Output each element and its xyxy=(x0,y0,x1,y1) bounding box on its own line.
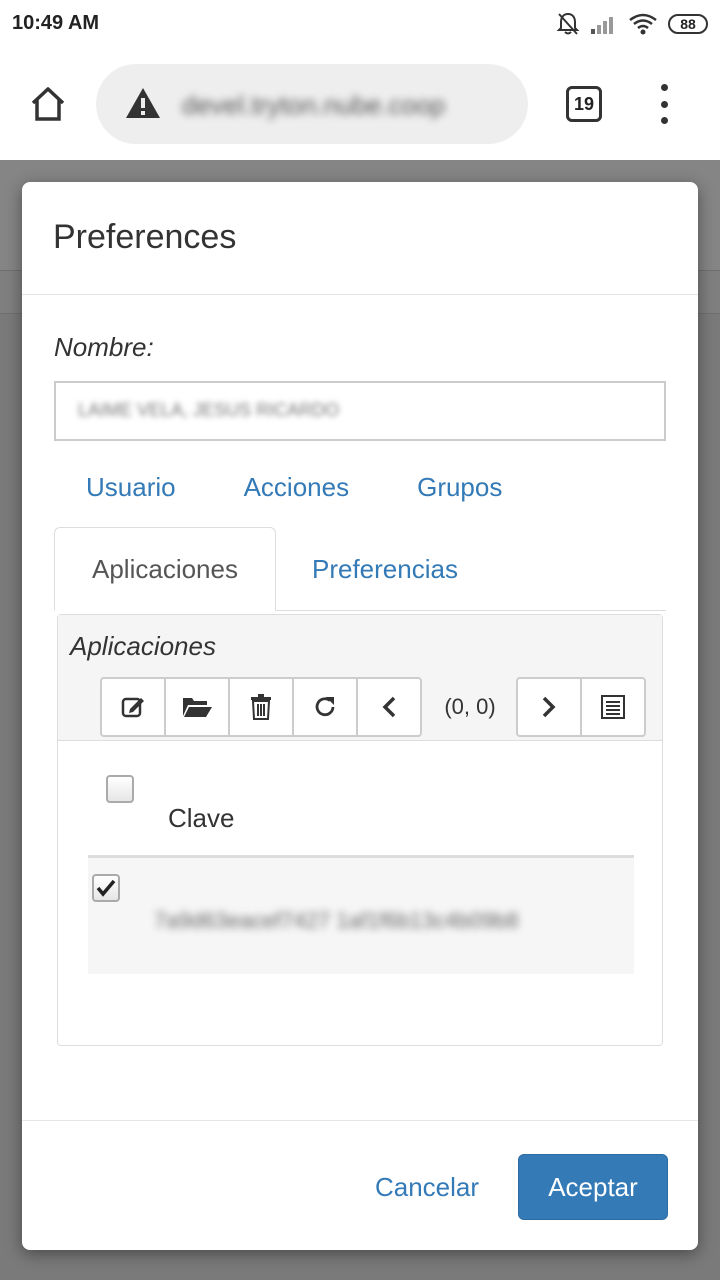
url-bar[interactable]: devel.tryton.nube.coop xyxy=(96,64,528,144)
panel-title: Aplicaciones xyxy=(70,631,216,661)
bell-muted-icon xyxy=(556,12,580,35)
menu-dot-icon xyxy=(660,100,668,108)
record-toolbar: (0, 0) xyxy=(100,677,646,737)
tab-acciones[interactable]: Acciones xyxy=(244,472,350,503)
tab-grupos[interactable]: Grupos xyxy=(417,472,502,503)
new-record-button[interactable] xyxy=(100,677,166,737)
tab-preferencias[interactable]: Preferencias xyxy=(312,527,458,611)
tab-usuario[interactable]: Usuario xyxy=(86,472,176,503)
section-tabs: Usuario Acciones Grupos xyxy=(86,472,570,503)
panel-header: Aplicaciones (0, 0) xyxy=(58,615,662,741)
status-bar: 10:49 AM 88 xyxy=(0,0,720,48)
accept-button[interactable]: Aceptar xyxy=(518,1154,668,1220)
signal-icon xyxy=(591,17,613,34)
menu-dot-icon xyxy=(660,117,668,124)
cancel-button[interactable]: Cancelar xyxy=(352,1154,502,1220)
edit-icon xyxy=(121,697,144,718)
aplicaciones-panel: Aplicaciones (0, 0) Clave 7a9d63eacef742… xyxy=(57,614,663,1046)
row-clave-value: 7a9d63eacef7427 1af1f6b13c4b09b8 xyxy=(154,908,519,933)
chevron-right-icon xyxy=(542,696,556,718)
status-icons: 88 xyxy=(556,10,708,38)
preferences-dialog: Preferences Nombre: LAIME VELA, JESUS RI… xyxy=(22,182,698,1250)
list-view-icon xyxy=(601,695,625,719)
name-label: Nombre: xyxy=(54,332,154,362)
select-all-checkbox[interactable] xyxy=(106,775,134,803)
trash-icon xyxy=(251,694,271,720)
folder-open-icon xyxy=(183,698,212,717)
name-field-value: LAIME VELA, JESUS RICARDO xyxy=(78,400,340,420)
switch-view-button[interactable] xyxy=(580,677,646,737)
column-header-clave: Clave xyxy=(168,803,235,833)
battery-indicator: 88 xyxy=(668,14,708,34)
tab-aplicaciones[interactable]: Aplicaciones xyxy=(54,527,276,611)
record-counter: (0, 0) xyxy=(444,694,496,719)
warning-icon xyxy=(126,88,160,118)
home-button[interactable] xyxy=(24,80,72,128)
dialog-divider xyxy=(22,294,698,295)
checkmark-icon xyxy=(96,879,116,897)
status-time: 10:49 AM xyxy=(12,12,100,34)
refresh-icon xyxy=(315,697,335,717)
browser-toolbar: devel.tryton.nube.coop 19 xyxy=(0,48,720,160)
delete-record-button[interactable] xyxy=(228,677,294,737)
sub-tabs: Aplicaciones Preferencias xyxy=(54,527,666,611)
table-row[interactable]: 7a9d63eacef7427 1af1f6b13c4b09b8 xyxy=(88,858,634,974)
chevron-left-icon xyxy=(382,696,396,718)
home-icon xyxy=(31,87,65,121)
reload-button[interactable] xyxy=(292,677,358,737)
open-record-button[interactable] xyxy=(164,677,230,737)
url-text: devel.tryton.nube.coop xyxy=(182,90,446,120)
wifi-icon xyxy=(629,13,657,35)
row-checkbox[interactable] xyxy=(92,874,120,902)
menu-dot-icon xyxy=(660,84,668,91)
tab-switcher-button[interactable]: 19 xyxy=(566,86,602,122)
dialog-title: Preferences xyxy=(53,218,237,256)
browser-menu-button[interactable] xyxy=(648,84,680,124)
footer-divider xyxy=(22,1120,698,1121)
next-record-button[interactable] xyxy=(516,677,582,737)
previous-record-button[interactable] xyxy=(356,677,422,737)
